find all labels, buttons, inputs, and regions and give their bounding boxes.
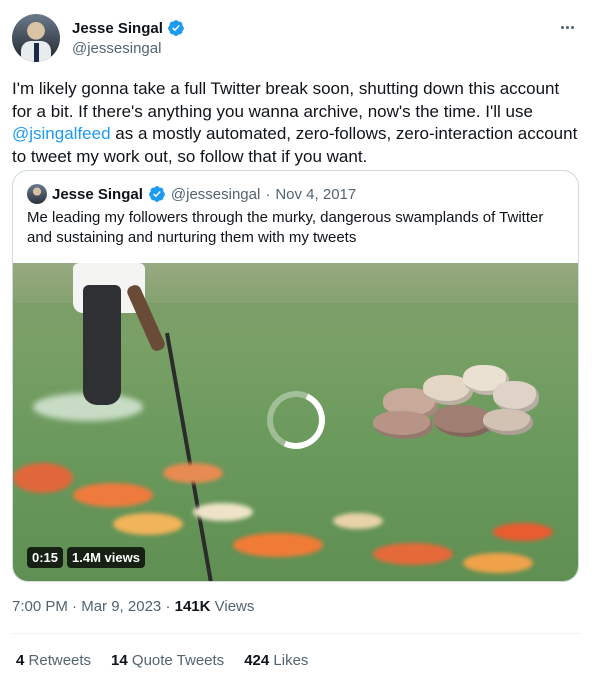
display-name-row: Jesse Singal: [72, 18, 185, 38]
tweet-header: Jesse Singal @jessesingal: [12, 12, 582, 64]
quoted-date: Nov 4, 2017: [275, 185, 357, 203]
video-player[interactable]: 0:15 1.4M views: [13, 263, 578, 581]
koi-fish: [233, 533, 323, 557]
likes-stat[interactable]: 424 Likes: [244, 652, 308, 669]
koi-fish: [463, 553, 533, 573]
avatar-tie: [34, 43, 39, 62]
tweet-stats: 4 Retweets 14 Quote Tweets 424 Likes: [16, 652, 308, 669]
video-views: 1.4M views: [67, 547, 145, 568]
quoted-display-name: Jesse Singal: [52, 185, 143, 203]
quoted-handle: @jessesingal: [170, 185, 261, 203]
tweet-date[interactable]: Mar 9, 2023: [81, 598, 161, 615]
quote-tweets-count: 14: [111, 652, 128, 669]
tweet-timestamp: 7:00 PM · Mar 9, 2023 · 141K Views: [12, 598, 254, 615]
koi-fish: [73, 483, 153, 507]
video-person-apron: [83, 285, 121, 405]
video-badges: 0:15 1.4M views: [27, 547, 145, 568]
koi-fish: [373, 543, 453, 565]
koi-fish: [13, 463, 73, 493]
retweets-count: 4: [16, 652, 25, 669]
views-label: Views: [214, 598, 255, 615]
more-dot: [565, 25, 569, 29]
author-name-block: Jesse Singal @jessesingal: [72, 18, 185, 57]
avatar[interactable]: [12, 14, 60, 62]
verified-badge-icon: [168, 20, 184, 36]
rock: [373, 411, 433, 439]
quoted-tweet-header: Jesse Singal @jessesingal · Nov 4, 2017: [27, 184, 356, 204]
retweets-stat[interactable]: 4 Retweets: [16, 652, 91, 669]
more-dot: [570, 25, 574, 29]
more-options-icon[interactable]: [556, 18, 578, 36]
tweet-text-part: I'm likely gonna take a full Twitter bre…: [12, 79, 560, 121]
mention-link[interactable]: @jsingalfeed: [12, 124, 111, 143]
quoted-avatar: [27, 184, 47, 204]
tweet-time[interactable]: 7:00 PM: [12, 598, 68, 615]
divider: [12, 633, 582, 634]
likes-count: 424: [244, 652, 270, 669]
timestamp-separator: ·: [72, 598, 78, 615]
koi-fish: [333, 513, 383, 529]
koi-fish: [193, 503, 253, 521]
views-count: 141K: [174, 598, 211, 615]
quote-tweets-stat[interactable]: 14 Quote Tweets: [111, 652, 224, 669]
koi-fish: [163, 463, 223, 483]
timestamp-separator: ·: [165, 598, 171, 615]
koi-fish: [493, 523, 553, 541]
quoted-tweet-text: Me leading my followers through the murk…: [27, 209, 544, 246]
tweet-text: I'm likely gonna take a full Twitter bre…: [12, 78, 582, 168]
quoted-separator: ·: [265, 185, 271, 203]
verified-badge-icon: [149, 186, 165, 202]
quoted-tweet[interactable]: Jesse Singal @jessesingal · Nov 4, 2017 …: [12, 170, 579, 582]
display-name[interactable]: Jesse Singal: [72, 20, 163, 37]
video-duration: 0:15: [27, 547, 64, 568]
video-person: [73, 263, 167, 423]
author-handle[interactable]: @jessesingal: [72, 40, 185, 57]
rock: [483, 409, 533, 435]
loading-spinner-icon: [258, 382, 334, 458]
likes-label: Likes: [273, 652, 309, 669]
quote-tweets-label: Quote Tweets: [131, 652, 225, 669]
more-dot: [560, 25, 564, 29]
video-rocks: [363, 363, 543, 443]
video-pole: [165, 332, 215, 581]
koi-fish: [113, 513, 183, 535]
retweets-label: Retweets: [28, 652, 92, 669]
